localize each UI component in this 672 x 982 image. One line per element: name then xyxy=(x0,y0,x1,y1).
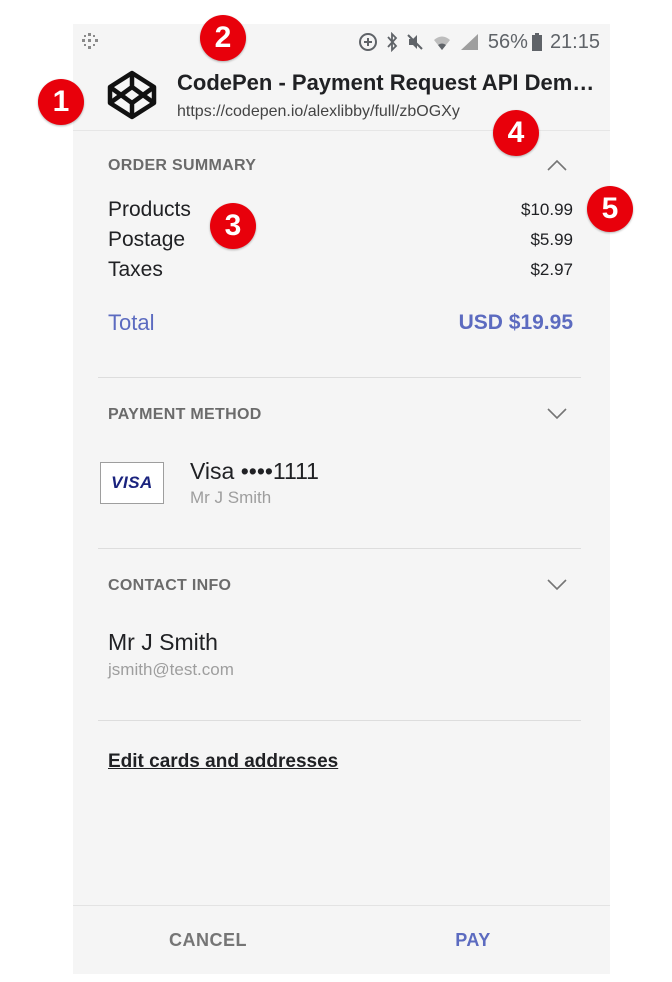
order-summary-label[interactable]: ORDER SUMMARY xyxy=(108,157,256,175)
mute-icon xyxy=(407,34,423,50)
status-icons: 56% 21:15 xyxy=(358,30,600,54)
callout-3: 3 xyxy=(210,203,256,249)
bluetooth-icon xyxy=(387,32,398,52)
line-item-label: Taxes xyxy=(108,258,163,281)
chevron-down-icon[interactable] xyxy=(546,407,568,421)
callout-5: 5 xyxy=(587,186,633,232)
line-item-taxes: Taxes $2.97 xyxy=(108,256,573,284)
line-item-products: Products $10.99 xyxy=(108,196,573,224)
codepen-logo-icon xyxy=(107,70,157,120)
line-item-label: Products xyxy=(108,198,191,221)
pay-button[interactable]: PAY xyxy=(403,920,543,960)
battery-icon xyxy=(531,33,542,51)
total-label: Total xyxy=(108,310,155,335)
wifi-icon xyxy=(433,36,450,50)
section-divider xyxy=(98,377,581,378)
callout-4: 4 xyxy=(493,110,539,156)
battery-indicator: 56% xyxy=(488,31,542,54)
total-amount: USD $19.95 xyxy=(458,311,573,334)
payment-method-label[interactable]: PAYMENT METHOD xyxy=(108,406,262,424)
visa-card-icon: VISA xyxy=(100,462,164,504)
chevron-down-icon[interactable] xyxy=(546,578,568,592)
status-bar: 56% 21:15 xyxy=(73,24,610,60)
site-title: CodePen - Payment Request API Dem… xyxy=(177,70,595,95)
visa-logo-text: VISA xyxy=(111,473,153,492)
site-url: https://codepen.io/alexlibby/full/zbOGXy xyxy=(177,103,460,120)
card-holder-name: Mr J Smith xyxy=(190,488,272,507)
callout-1: 1 xyxy=(38,79,84,125)
payment-sheet: 56% 21:15 CodePen - Payment Request API … xyxy=(73,24,610,974)
edit-cards-link[interactable]: Edit cards and addresses xyxy=(108,751,338,773)
line-item-value: $5.99 xyxy=(530,230,573,249)
chevron-up-icon[interactable] xyxy=(546,158,568,172)
signal-icon xyxy=(460,34,478,50)
footer-divider xyxy=(73,905,610,906)
line-item-value: $10.99 xyxy=(521,200,573,219)
contact-name: Mr J Smith xyxy=(108,629,218,655)
data-saver-icon xyxy=(358,33,377,51)
card-number: Visa ••••1111 xyxy=(190,458,319,484)
line-item-value: $2.97 xyxy=(530,260,573,279)
line-item-postage: Postage $5.99 xyxy=(108,226,573,254)
battery-percentage: 56% xyxy=(487,30,528,53)
line-item-label: Postage xyxy=(108,228,186,251)
total-row: Total USD $19.95 xyxy=(108,308,573,338)
clock: 21:15 xyxy=(549,30,600,53)
contact-info-label[interactable]: CONTACT INFO xyxy=(108,577,231,595)
notification-dots-icon xyxy=(82,33,98,49)
section-divider xyxy=(98,720,581,721)
section-divider xyxy=(98,548,581,549)
callout-2: 2 xyxy=(200,15,246,61)
cancel-button[interactable]: CANCEL xyxy=(133,920,283,960)
contact-email: jsmith@test.com xyxy=(108,660,234,679)
